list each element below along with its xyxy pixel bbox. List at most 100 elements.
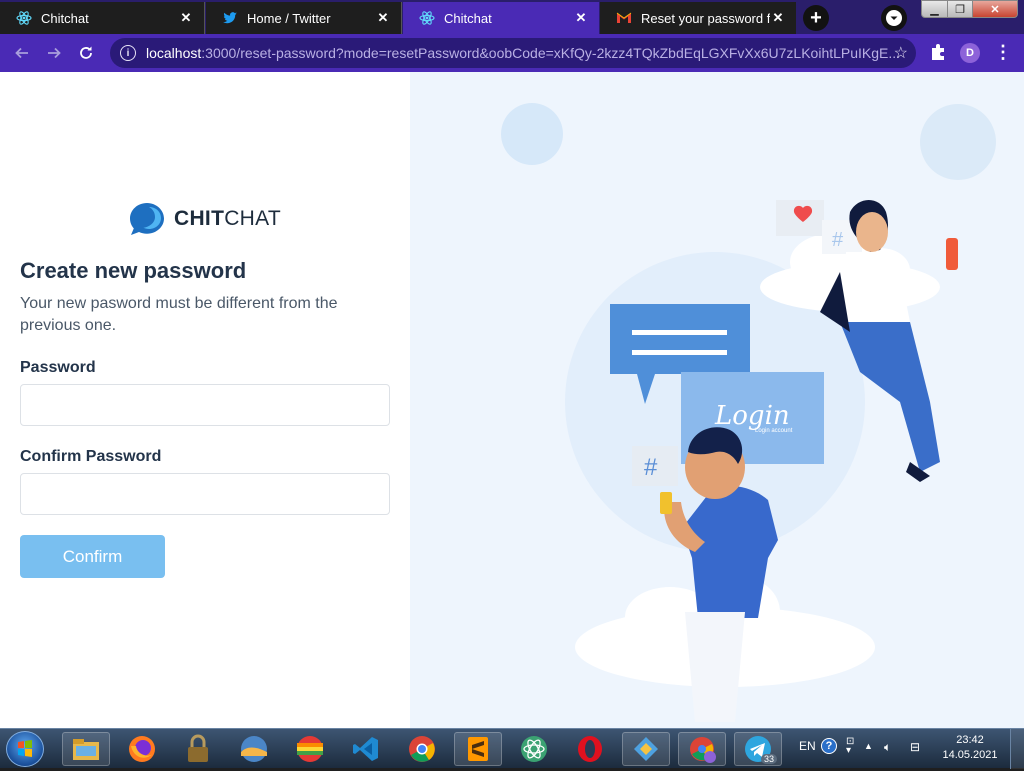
confirm-button[interactable]: Confirm [20,535,165,578]
close-tab-icon[interactable]: ✕ [375,10,391,26]
confirm-password-field-wrapper [20,473,390,515]
system-clock[interactable]: 23:42 14.05.2021 [940,733,1000,763]
password-field[interactable] [21,385,389,425]
more-menu-icon[interactable]: ⋮ [994,42,1012,62]
maximize-button[interactable]: ❐ [947,0,973,18]
folder-icon [73,739,99,760]
windows-logo-icon [18,740,32,757]
clock-time: 23:42 [956,734,984,746]
confirm-password-label: Confirm Password [20,448,162,465]
notification-badge: 33 [760,754,777,764]
diamond-app-icon [634,737,658,761]
app-taskbar-button[interactable] [622,732,670,766]
sublime-icon [468,737,488,761]
close-tab-icon[interactable]: ✕ [178,10,194,26]
tab-chitchat-1[interactable]: Chitchat ✕ [0,2,205,34]
browser-tab-strip: Chitchat ✕ Home / Twitter ✕ Chitchat ✕ R… [0,0,1024,34]
network-icon[interactable]: ⊟ [910,740,920,754]
decor-circle [501,103,563,165]
chitchat-logo: CHITCHAT [128,201,281,237]
twitter-icon [222,10,238,26]
reload-icon [80,46,92,59]
chrome-profile-taskbar-button[interactable] [678,732,726,766]
react-icon [419,10,435,26]
react-icon [16,10,32,26]
close-tab-icon[interactable]: ✕ [770,10,786,26]
minimize-button[interactable]: ▁ [921,0,948,18]
keepass-taskbar-button[interactable] [174,732,222,766]
vscode-taskbar-button[interactable] [342,732,390,766]
close-window-button[interactable]: ✕ [972,0,1018,18]
padlock-icon [188,734,208,762]
logo-bold: CHIT [174,207,225,230]
help-icon[interactable]: ? [821,738,837,754]
windows-taskbar: 33 EN ? ⊡ ▾ ▲ 🔈︎ ⊟ 23:42 14.05.2021 [0,728,1024,769]
volume-icon[interactable]: 🔈︎ [884,740,891,755]
info-icon[interactable]: i [120,45,136,61]
tab-search-button[interactable] [881,5,907,31]
show-hidden-icons-icon[interactable]: ▲ [864,741,873,751]
opera-icon [578,736,602,762]
chat-bubble-logo-icon [130,203,164,235]
page-subtitle: Your new pasword must be different from … [20,295,338,334]
arrow-right-icon [48,47,61,59]
login-card-subtitle: Login account [755,428,793,434]
address-bar[interactable]: i localhost :3000/reset-password?mode=re… [110,38,916,68]
page-title: Create new password [20,258,247,283]
extensions-puzzle-icon[interactable] [928,42,948,62]
profile-avatar[interactable]: D [960,43,980,63]
password-label: Password [20,359,96,376]
show-desktop-button[interactable] [1010,729,1024,769]
atom-icon [521,736,547,762]
chrome-icon [690,737,716,763]
firefox-icon [129,736,155,762]
login-card-title: Login [714,401,790,431]
password-field-wrapper [20,384,390,426]
decor-circle [920,104,996,180]
confirm-password-field[interactable] [21,474,389,514]
logo-regular: CHAT [224,207,282,230]
language-indicator[interactable]: EN [799,739,816,753]
opera-taskbar-button[interactable] [566,732,614,766]
bookmark-star-icon[interactable]: ☆ [894,43,908,63]
people-chatting-illustration: Login Login account # # [501,103,996,722]
tray-toggle-icon[interactable]: ⊡ ▾ [846,737,854,756]
back-button[interactable] [9,40,35,66]
tab-title: Reset your password for [641,10,770,26]
landscape-app-icon [241,736,267,762]
reload-button[interactable] [73,40,99,66]
rainbow-app-icon [297,736,323,762]
tab-title: Home / Twitter [247,10,331,26]
new-tab-button[interactable]: + [803,5,829,31]
tab-title: Chitchat [41,10,89,26]
start-button[interactable] [6,731,44,767]
arrow-left-icon [15,47,28,59]
vscode-icon [353,737,378,761]
tab-chitchat-active[interactable]: Chitchat ✕ [403,2,599,34]
atom-taskbar-button[interactable] [510,732,558,766]
reset-password-form-panel: CHITCHAT Create new password Your new pa… [0,72,410,728]
web-page: CHITCHAT Create new password Your new pa… [0,72,1024,728]
app-taskbar-button[interactable] [230,732,278,766]
tab-twitter[interactable]: Home / Twitter ✕ [206,2,402,34]
sublime-taskbar-button[interactable] [454,732,502,766]
logo-wordmark: CHITCHAT [174,207,281,231]
clock-date: 14.05.2021 [942,749,998,761]
message-line [632,330,727,335]
close-tab-icon[interactable]: ✕ [573,10,589,26]
chrome-taskbar-button[interactable] [398,732,446,766]
url-host: localhost [146,45,202,61]
tab-gmail[interactable]: Reset your password for ✕ [600,2,796,34]
forward-button[interactable] [41,40,67,66]
firefox-taskbar-button[interactable] [118,732,166,766]
chrome-icon [409,736,435,762]
chevron-down-icon [886,10,902,26]
tab-title: Chitchat [444,10,492,26]
message-line [632,350,727,355]
illustration-panel: Login Login account # # [410,72,1024,728]
hash-symbol: # [832,229,844,251]
app-taskbar-button[interactable] [286,732,334,766]
url-path: :3000/reset-password?mode=resetPassword&… [201,45,901,61]
file-explorer-taskbar-button[interactable] [62,732,110,766]
telegram-taskbar-button[interactable]: 33 [734,732,782,766]
